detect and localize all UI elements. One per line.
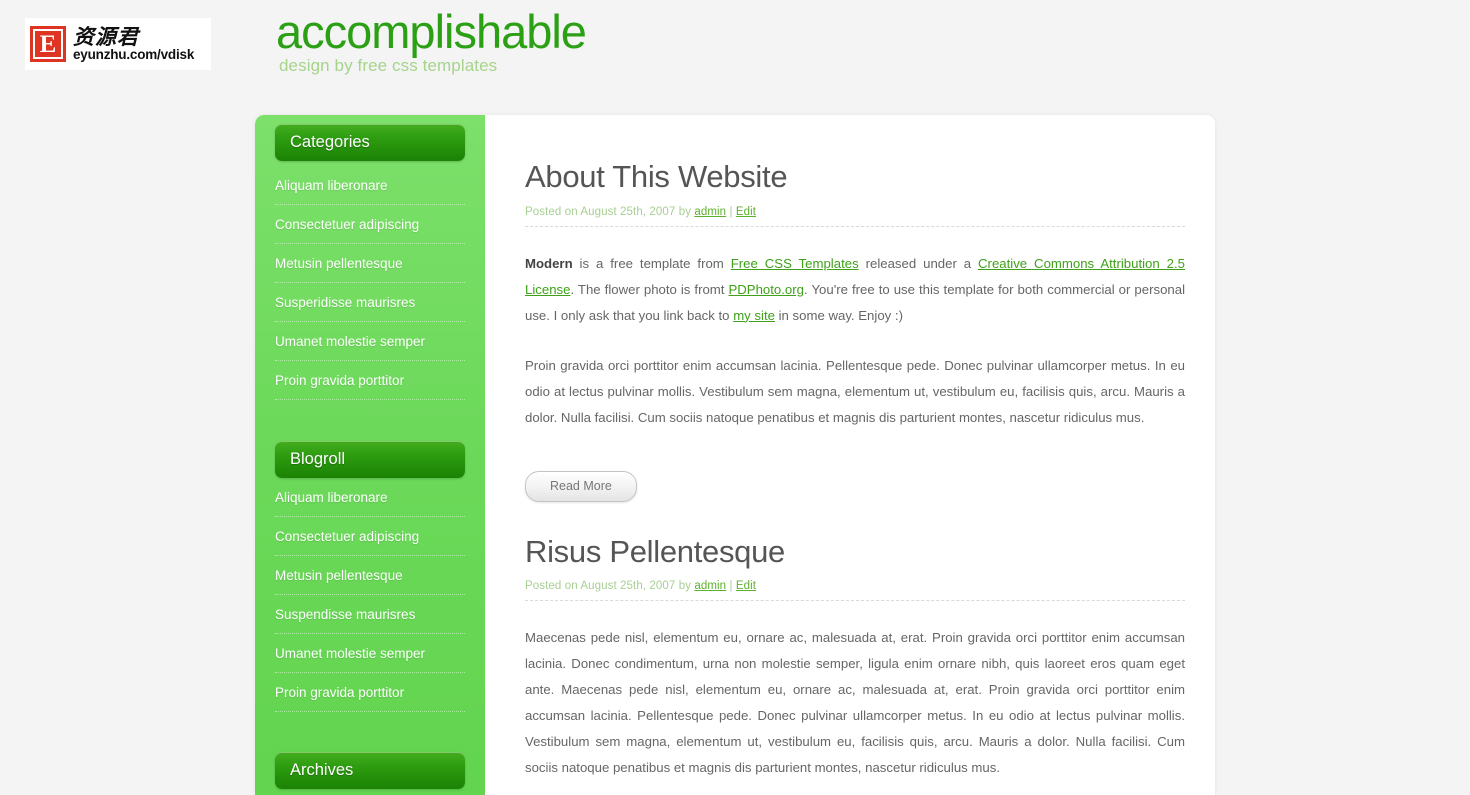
site-tagline: design by free css templates <box>279 56 498 75</box>
list-item[interactable]: Consectetuer adipiscing <box>275 517 465 556</box>
read-more-wrap: Read More <box>525 470 1185 502</box>
post-about-this-website: About This Website Posted on August 25th… <box>525 159 1185 502</box>
sidebar-link-blogroll-5[interactable]: Proin gravida porttitor <box>275 673 465 711</box>
post-title: Risus Pellentesque <box>525 533 785 569</box>
logo-text-block: 资源君 eyunzhu.com/vdisk <box>73 24 195 63</box>
post-meta-separator: | <box>726 580 736 593</box>
list-item[interactable]: Aliquam liberonare <box>275 166 465 205</box>
post-edit-link[interactable]: Edit <box>736 580 756 592</box>
main-content: About This Website Posted on August 25th… <box>485 115 1215 795</box>
paragraph-text-1: is a free template from <box>572 255 731 271</box>
post-meta: Posted on August 25th, 2007 by admin | E… <box>525 580 1185 602</box>
categories-list: Aliquam liberonare Consectetuer adipisci… <box>255 161 485 400</box>
link-pdphoto[interactable]: PDPhoto.org <box>728 282 804 297</box>
post-author-link[interactable]: admin <box>694 580 726 592</box>
sidebar-widget-archives: Archives <box>255 752 485 789</box>
post-risus-pellentesque: Risus Pellentesque Posted on August 25th… <box>525 534 1185 782</box>
sidebar-link-categories-3[interactable]: Susperidisse maurisres <box>275 283 465 321</box>
widget-title-blogroll: Blogroll <box>275 441 465 478</box>
sidebar-link-categories-5[interactable]: Proin gravida porttitor <box>275 361 465 399</box>
link-my-site[interactable]: my site <box>733 308 775 323</box>
post-paragraph-1: Maecenas pede nisl, elementum eu, ornare… <box>525 630 1185 776</box>
list-item[interactable]: Proin gravida porttitor <box>275 673 465 712</box>
paragraph-text-5: in some way. Enjoy :) <box>774 307 903 323</box>
sidebar-widget-categories: Categories Aliquam liberonare Consectetu… <box>255 124 485 400</box>
post-paragraph-1: Modern is a free template from Free CSS … <box>525 251 1185 329</box>
list-item[interactable]: Suspendisse maurisres <box>275 595 465 634</box>
post-meta-separator: | <box>726 205 736 218</box>
sidebar-link-blogroll-0[interactable]: Aliquam liberonare <box>275 478 465 516</box>
post-author-link[interactable]: admin <box>694 206 726 218</box>
page-container: Categories Aliquam liberonare Consectetu… <box>255 115 1215 795</box>
sidebar-link-categories-0[interactable]: Aliquam liberonare <box>275 166 465 204</box>
widget-title-categories: Categories <box>275 124 465 161</box>
list-item[interactable]: Umanet molestie semper <box>275 322 465 361</box>
list-item[interactable]: Umanet molestie semper <box>275 634 465 673</box>
logo-url-text: eyunzhu.com/vdisk <box>73 46 195 62</box>
list-item[interactable]: Aliquam liberonare <box>275 478 465 517</box>
sidebar-widget-blogroll: Blogroll Aliquam liberonare Consectetuer… <box>255 441 485 712</box>
site-header: E 资源君 eyunzhu.com/vdisk accomplishable d… <box>0 0 1470 105</box>
post-body: Modern is a free template from Free CSS … <box>525 251 1185 431</box>
sidebar-link-blogroll-2[interactable]: Metusin pellentesque <box>275 556 465 594</box>
sidebar-link-categories-1[interactable]: Consectetuer adipiscing <box>275 205 465 243</box>
sidebar-link-categories-4[interactable]: Umanet molestie semper <box>275 322 465 360</box>
list-item[interactable]: Metusin pellentesque <box>275 556 465 595</box>
sidebar-link-blogroll-1[interactable]: Consectetuer adipiscing <box>275 517 465 555</box>
site-title: accomplishable <box>276 5 587 58</box>
post-body: Maecenas pede nisl, elementum eu, ornare… <box>525 625 1185 781</box>
sidebar-link-blogroll-4[interactable]: Umanet molestie semper <box>275 634 465 672</box>
paragraph-bold-lead: Modern <box>525 255 573 271</box>
post-paragraph-2: Proin gravida orci porttitor enim accums… <box>525 357 1185 425</box>
paragraph-text-3: . The flower photo is fromt <box>570 281 729 297</box>
post-title: About This Website <box>525 159 788 194</box>
read-more-button[interactable]: Read More <box>525 470 637 502</box>
paragraph-text-2: released under a <box>858 255 979 271</box>
logo-chinese-text: 资源君 <box>73 24 139 49</box>
list-item[interactable]: Susperidisse maurisres <box>275 283 465 322</box>
link-free-css-templates[interactable]: Free CSS Templates <box>731 256 859 271</box>
list-item[interactable]: Metusin pellentesque <box>275 244 465 283</box>
logo-letter: E <box>33 29 63 59</box>
widget-title-archives: Archives <box>275 752 465 789</box>
logo-mark-icon: E <box>30 26 66 62</box>
post-meta-prefix: Posted on August 25th, 2007 by <box>525 580 695 593</box>
post-meta: Posted on August 25th, 2007 by admin | E… <box>525 206 1185 227</box>
post-edit-link[interactable]: Edit <box>736 206 756 218</box>
sidebar: Categories Aliquam liberonare Consectetu… <box>255 115 485 795</box>
blogroll-list: Aliquam liberonare Consectetuer adipisci… <box>255 478 485 712</box>
post-meta-prefix: Posted on August 25th, 2007 by <box>525 205 695 218</box>
sidebar-link-categories-2[interactable]: Metusin pellentesque <box>275 244 465 282</box>
list-item[interactable]: Proin gravida porttitor <box>275 361 465 400</box>
watermark-logo: E 资源君 eyunzhu.com/vdisk <box>25 18 211 70</box>
sidebar-link-blogroll-3[interactable]: Suspendisse maurisres <box>275 595 465 633</box>
list-item[interactable]: Consectetuer adipiscing <box>275 205 465 244</box>
